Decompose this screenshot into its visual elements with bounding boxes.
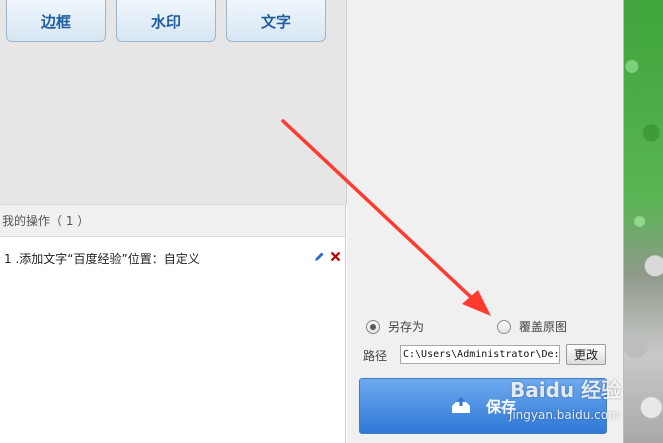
save-as-option[interactable]: 另存为 xyxy=(366,318,424,335)
operations-title: 我的操作（ 1 ） xyxy=(2,214,90,228)
text-button-label: 文字 xyxy=(260,12,291,31)
tool-area: 边框 水印 文字 xyxy=(0,0,347,204)
text-button[interactable]: 文字 xyxy=(226,0,326,42)
save-as-radio[interactable] xyxy=(366,319,380,334)
delete-icon[interactable] xyxy=(328,251,342,265)
overwrite-option[interactable]: 覆盖原图 xyxy=(497,318,567,335)
border-button-label: 边框 xyxy=(40,12,71,31)
watermark-url: jingyan.baidu.com xyxy=(509,408,620,422)
save-tray-icon xyxy=(451,397,470,413)
overwrite-label: 覆盖原图 xyxy=(519,320,568,334)
overwrite-radio[interactable] xyxy=(497,319,511,334)
save-as-label: 另存为 xyxy=(388,320,425,334)
change-path-button[interactable]: 更改 xyxy=(566,344,606,365)
path-label: 路径 xyxy=(363,349,388,363)
change-path-label: 更改 xyxy=(573,348,598,362)
operations-header: 我的操作（ 1 ） xyxy=(0,204,346,237)
photo-preview xyxy=(624,0,663,443)
border-button[interactable]: 边框 xyxy=(6,0,106,42)
list-item[interactable]: 1 .添加文字“百度经验”位置：自定义 xyxy=(4,249,342,267)
watermark-brand: Baidu 经验 xyxy=(510,378,622,402)
pencil-icon[interactable] xyxy=(312,251,326,265)
operation-text: 1 .添加文字“百度经验”位置：自定义 xyxy=(4,251,200,266)
path-field[interactable]: C:\Users\Administrator\De: xyxy=(400,345,560,364)
watermark-button-label: 水印 xyxy=(150,12,181,31)
operations-list: 1 .添加文字“百度经验”位置：自定义 xyxy=(0,237,346,443)
watermark-button[interactable]: 水印 xyxy=(116,0,216,42)
